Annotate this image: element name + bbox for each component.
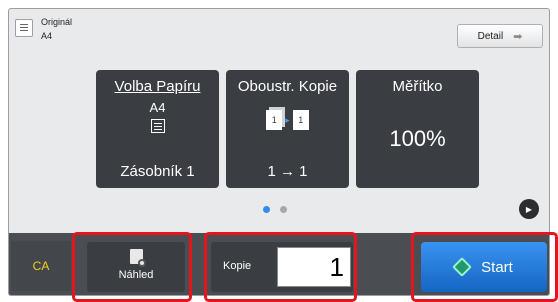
paper-select-title: Volba Papíru xyxy=(114,78,201,95)
duplex-title: Oboustr. Kopie xyxy=(237,78,338,95)
ca-label: CA xyxy=(32,259,50,273)
diamond-icon xyxy=(452,257,473,277)
arrow-right-icon: ➡ xyxy=(513,30,523,43)
original-info[interactable]: Originál A4 xyxy=(15,15,72,43)
play-icon: ▶ xyxy=(525,204,533,214)
page-icon: 1 xyxy=(292,110,309,130)
duplex-copy-tile[interactable]: Oboustr. Kopie 1 ▸ 1 1 → 1 xyxy=(226,70,349,188)
copies-control: Kopie 1 xyxy=(211,242,353,292)
scale-value: 100% xyxy=(389,126,446,151)
page-indicator xyxy=(263,206,287,213)
arrow-right-icon: ▸ xyxy=(285,114,290,125)
paper-tray-value: Zásobník 1 xyxy=(120,163,195,180)
detail-button[interactable]: Detail ➡ xyxy=(457,24,543,48)
next-page-button[interactable]: ▶ xyxy=(519,199,539,219)
page-icon: 1 xyxy=(266,110,283,130)
tray-icon xyxy=(150,119,165,133)
paper-size: A4 xyxy=(149,100,166,115)
copies-input[interactable]: 1 xyxy=(277,247,351,287)
original-size: A4 xyxy=(41,31,53,41)
copies-label: Kopie xyxy=(223,260,252,272)
preview-label: Náhled xyxy=(118,269,154,281)
copy-screen: Originál A4 Detail ➡ Volba Papíru A4 Zás… xyxy=(8,8,550,296)
original-label: Originál xyxy=(41,17,73,27)
duplex-pages-icon: 1 ▸ 1 xyxy=(226,110,349,130)
magnifier-icon xyxy=(129,249,146,267)
page-dot-inactive[interactable] xyxy=(280,206,287,213)
action-bar: CA Náhled Kopie 1 Start xyxy=(9,233,549,295)
duplex-value: 1 → 1 xyxy=(267,163,308,180)
paper-select-tile[interactable]: Volba Papíru A4 Zásobník 1 xyxy=(96,70,219,188)
preview-button[interactable]: Náhled xyxy=(87,242,185,292)
page-dot-active[interactable] xyxy=(263,206,270,213)
start-label: Start xyxy=(481,258,513,276)
document-icon xyxy=(15,19,33,37)
start-button[interactable]: Start xyxy=(421,242,547,292)
scale-tile[interactable]: Měřítko 100% xyxy=(356,70,479,188)
scale-title: Měřítko xyxy=(392,78,443,95)
clear-all-button[interactable]: CA xyxy=(11,241,71,291)
detail-label: Detail xyxy=(477,30,504,42)
